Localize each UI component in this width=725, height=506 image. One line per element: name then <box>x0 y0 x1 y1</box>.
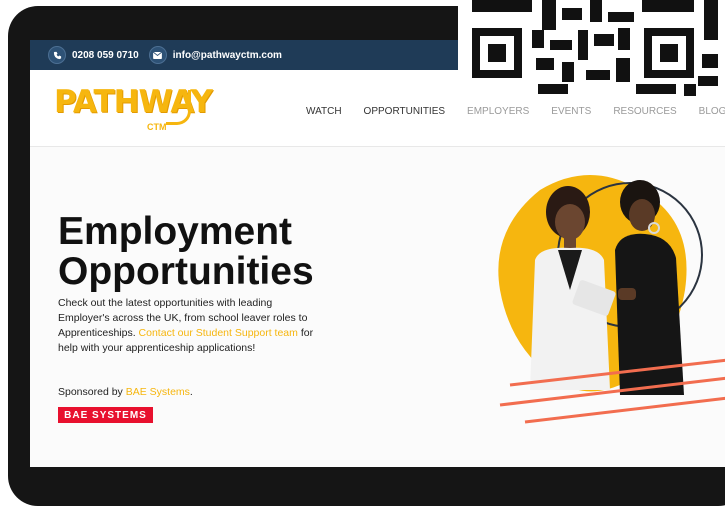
bae-systems-logo[interactable]: BAE SYSTEMS <box>58 407 153 423</box>
title-line-2: Opportunities <box>58 250 314 293</box>
title-line-1: Employment <box>58 210 293 253</box>
mail-icon <box>148 46 167 64</box>
person-right-figure <box>615 180 684 395</box>
email-address: info@pathwayctm.com <box>172 49 282 61</box>
hero-illustration <box>498 175 725 424</box>
nav-item-blog[interactable]: BLOG <box>699 106 725 117</box>
email-link[interactable]: info@pathwayctm.com <box>148 46 282 64</box>
phone-link[interactable]: 0208 059 0710 <box>48 46 139 64</box>
phone-icon <box>48 46 66 64</box>
bae-systems-link[interactable]: BAE Systems <box>126 386 190 398</box>
student-support-link[interactable]: Contact our Student Support team <box>139 327 298 339</box>
nav-item-opportunities[interactable]: OPPORTUNITIES <box>364 106 446 117</box>
nav-item-watch[interactable]: WATCH <box>306 106 342 117</box>
sponsor-line: Sponsored by BAE Systems. <box>58 386 193 398</box>
accent-line-3 <box>524 396 725 424</box>
sponsor-prefix: Sponsored by <box>58 386 126 398</box>
browser-screen: 0208 059 0710 info@pathwayctm.com PATHWA… <box>30 40 725 467</box>
nav-item-resources[interactable]: RESOURCES <box>613 106 676 117</box>
sponsor-suffix: . <box>189 386 193 398</box>
qr-code-icon <box>458 0 725 100</box>
logo-subtext: CTM <box>147 122 167 132</box>
page-title: Employment Opportunities <box>58 212 314 292</box>
intro-paragraph: Check out the latest opportunities with … <box>58 296 318 356</box>
main-nav: WATCH OPPORTUNITIES EMPLOYERS EVENTS RES… <box>306 106 725 117</box>
logo-hook-icon <box>166 90 191 125</box>
nav-item-events[interactable]: EVENTS <box>551 106 591 117</box>
phone-number: 0208 059 0710 <box>72 49 139 61</box>
nav-item-employers[interactable]: EMPLOYERS <box>467 106 529 117</box>
